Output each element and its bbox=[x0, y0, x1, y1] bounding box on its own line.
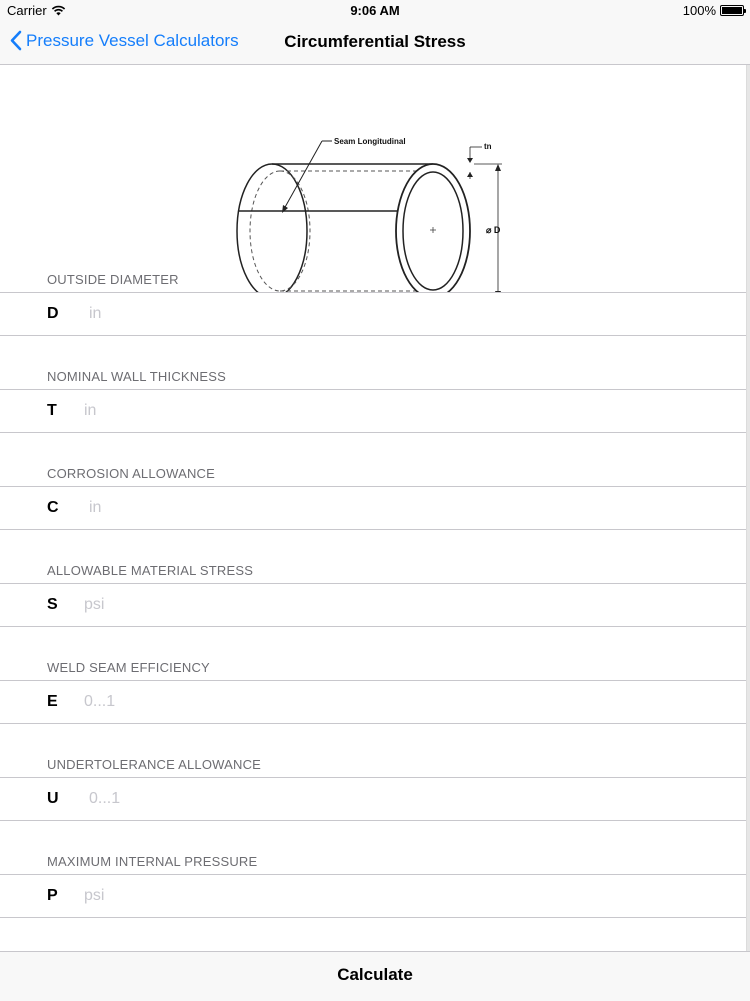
corrosion-allowance-input[interactable] bbox=[89, 497, 589, 519]
navigation-bar: Pressure Vessel Calculators Circumferent… bbox=[0, 22, 750, 65]
battery-percent: 100% bbox=[682, 3, 716, 18]
pipe-cross-section-diagram: Seam Longitudinal tn ⌀ D bbox=[236, 137, 502, 299]
undertolerance-allowance-input[interactable] bbox=[89, 788, 589, 810]
section-header-outside-diameter: OUTSIDE DIAMETER bbox=[47, 272, 179, 287]
thickness-label: tn bbox=[484, 142, 492, 151]
field-label-s: S bbox=[47, 596, 58, 613]
field-row-weld-seam-efficiency[interactable]: E bbox=[0, 680, 746, 724]
battery-indicator: 100% bbox=[682, 3, 746, 18]
field-row-corrosion-allowance[interactable]: C bbox=[0, 486, 746, 530]
nominal-wall-thickness-input[interactable] bbox=[84, 400, 584, 422]
field-row-undertolerance-allowance[interactable]: U bbox=[0, 777, 746, 821]
field-label-d: D bbox=[47, 305, 59, 322]
status-bar: Carrier 9:06 AM 100% bbox=[0, 0, 750, 22]
bottom-toolbar: Calculate bbox=[0, 951, 750, 1001]
field-label-e: E bbox=[47, 693, 58, 710]
calculate-button[interactable]: Calculate bbox=[0, 964, 750, 986]
maximum-internal-pressure-input[interactable] bbox=[84, 885, 584, 907]
allowable-material-stress-input[interactable] bbox=[84, 594, 584, 616]
field-label-p: P bbox=[47, 887, 58, 904]
section-header-maximum-internal-pressure: MAXIMUM INTERNAL PRESSURE bbox=[47, 854, 258, 869]
field-row-allowable-material-stress[interactable]: S bbox=[0, 583, 746, 627]
diameter-label: ⌀ D bbox=[486, 225, 501, 235]
seam-label: Seam Longitudinal bbox=[334, 137, 406, 146]
scrollbar[interactable] bbox=[746, 65, 750, 951]
section-header-undertolerance-allowance: UNDERTOLERANCE ALLOWANCE bbox=[47, 757, 262, 772]
field-label-t: T bbox=[47, 402, 57, 419]
field-row-maximum-internal-pressure[interactable]: P bbox=[0, 874, 746, 918]
battery-icon bbox=[720, 5, 746, 16]
field-row-outside-diameter[interactable]: D bbox=[0, 292, 746, 336]
field-label-c: C bbox=[47, 499, 59, 516]
section-header-allowable-material-stress: ALLOWABLE MATERIAL STRESS bbox=[47, 563, 254, 578]
page-title: Circumferential Stress bbox=[284, 32, 466, 51]
field-label-u: U bbox=[47, 790, 59, 807]
weld-seam-efficiency-input[interactable] bbox=[84, 691, 584, 713]
form-content[interactable]: Seam Longitudinal tn ⌀ D OUTSIDE DIAMETE… bbox=[0, 65, 746, 951]
outside-diameter-input[interactable] bbox=[89, 303, 589, 325]
section-header-weld-seam-efficiency: WELD SEAM EFFICIENCY bbox=[47, 660, 210, 675]
status-time: 9:06 AM bbox=[350, 3, 400, 18]
section-header-nominal-wall-thickness: NOMINAL WALL THICKNESS bbox=[47, 369, 226, 384]
section-header-corrosion-allowance: CORROSION ALLOWANCE bbox=[47, 466, 216, 481]
field-row-nominal-wall-thickness[interactable]: T bbox=[0, 389, 746, 433]
